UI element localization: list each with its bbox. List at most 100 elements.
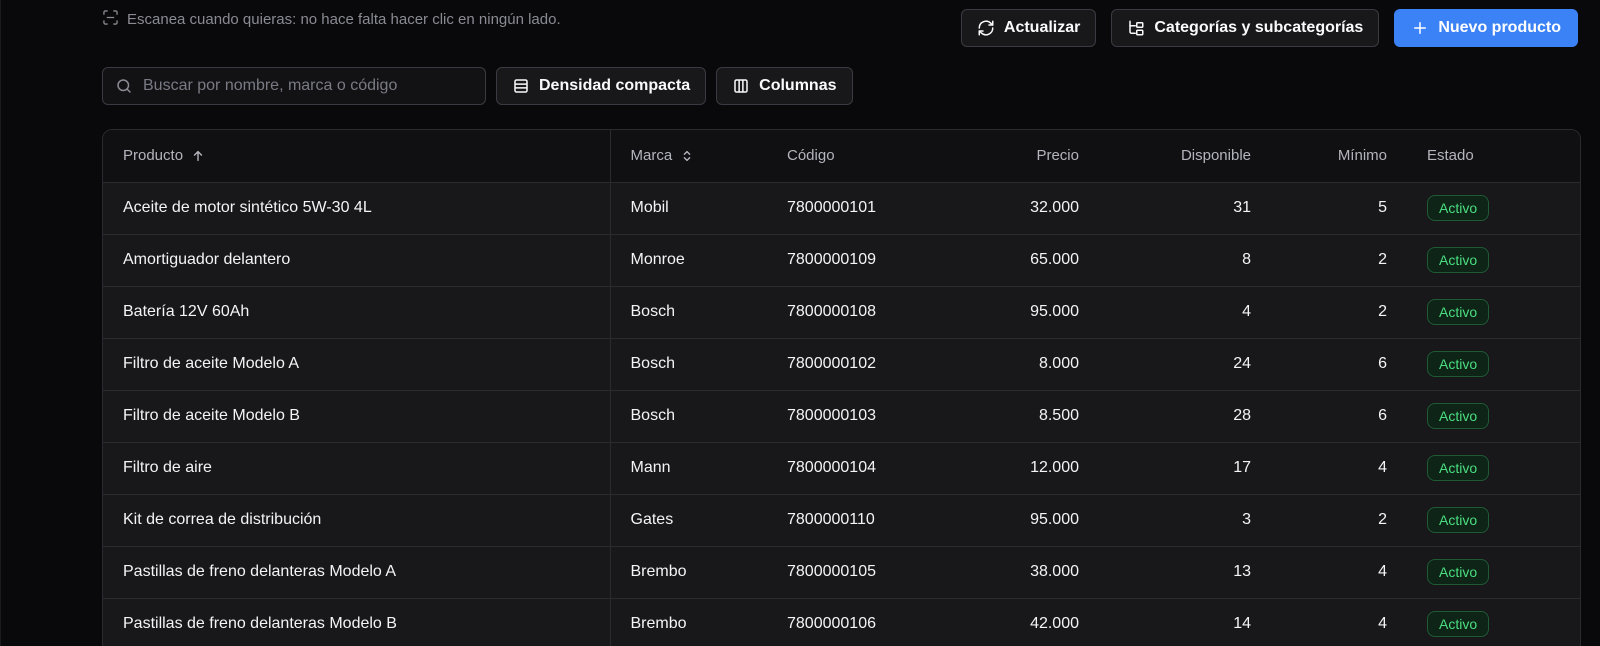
products-page: Escanea cuando quieras: no hace falta ha… xyxy=(0,0,1600,646)
cell-code: 7800000101 xyxy=(767,182,945,235)
plus-icon xyxy=(1414,22,1427,34)
cell-minimum: 6 xyxy=(1271,338,1407,391)
cell-price: 32.000 xyxy=(945,182,1099,235)
table-row[interactable]: Filtro de aceite Modelo B Bosch 78000001… xyxy=(103,390,1580,443)
status-badge: Activo xyxy=(1427,507,1490,533)
cell-code: 7800000102 xyxy=(767,338,945,391)
cell-status: Activo xyxy=(1407,234,1580,287)
cell-minimum: 6 xyxy=(1271,390,1407,443)
sort-ascending-icon xyxy=(193,150,203,161)
column-header-code: Código xyxy=(767,130,945,183)
cell-brand: Monroe xyxy=(610,234,767,287)
cell-code: 7800000109 xyxy=(767,234,945,287)
table-row[interactable]: Filtro de aire Mann 7800000104 12.000 17… xyxy=(103,442,1580,495)
cell-available: 3 xyxy=(1099,494,1271,547)
cell-price: 8.000 xyxy=(945,338,1099,391)
cell-available: 28 xyxy=(1099,390,1271,443)
cell-price: 95.000 xyxy=(945,286,1099,339)
cell-minimum: 2 xyxy=(1271,286,1407,339)
cell-status: Activo xyxy=(1407,494,1580,547)
refresh-label: Actualizar xyxy=(1003,19,1081,36)
cell-product: Amortiguador delantero xyxy=(103,234,611,287)
cell-minimum: 4 xyxy=(1271,442,1407,495)
column-header-product[interactable]: Producto xyxy=(103,130,611,183)
cell-available: 13 xyxy=(1099,546,1271,599)
column-header-brand[interactable]: Marca xyxy=(610,130,767,183)
cell-code: 7800000105 xyxy=(767,546,945,599)
cell-available: 4 xyxy=(1099,286,1271,339)
status-badge: Activo xyxy=(1427,403,1490,429)
cell-brand: Bosch xyxy=(610,390,767,443)
table-row[interactable]: Kit de correa de distribución Gates 7800… xyxy=(103,494,1580,547)
columns-button[interactable]: Columnas xyxy=(716,67,853,105)
cell-status: Activo xyxy=(1407,598,1580,646)
category-tree-icon xyxy=(1129,20,1144,36)
status-badge: Activo xyxy=(1427,455,1490,481)
status-badge: Activo xyxy=(1427,559,1490,585)
cell-status: Activo xyxy=(1407,546,1580,599)
cell-status: Activo xyxy=(1407,182,1580,235)
cell-status: Activo xyxy=(1407,286,1580,339)
cell-brand: Bosch xyxy=(610,338,767,391)
cell-code: 7800000108 xyxy=(767,286,945,339)
density-label: Densidad compacta xyxy=(539,77,691,94)
column-header-price: Precio xyxy=(945,130,1099,183)
table-row[interactable]: Aceite de motor sintético 5W-30 4L Mobil… xyxy=(103,182,1580,235)
window-edge xyxy=(0,0,1,646)
columns-label: Columnas xyxy=(759,77,837,94)
cell-product: Kit de correa de distribución xyxy=(103,494,611,547)
status-badge: Activo xyxy=(1427,247,1490,273)
status-badge: Activo xyxy=(1427,299,1490,325)
cell-product: Aceite de motor sintético 5W-30 4L xyxy=(103,182,611,235)
cell-brand: Mann xyxy=(610,442,767,495)
scan-hint: Escanea cuando quieras: no hace falta ha… xyxy=(103,10,561,29)
table-row[interactable]: Amortiguador delantero Monroe 7800000109… xyxy=(103,234,1580,287)
cell-brand: Brembo xyxy=(610,598,767,646)
table-toolbar: Densidad compacta Columnas xyxy=(102,67,853,105)
cell-available: 31 xyxy=(1099,182,1271,235)
categories-label: Categorías y subcategorías xyxy=(1154,19,1364,36)
products-table: Producto Marca Código Precio Disponible … xyxy=(102,129,1581,646)
cell-minimum: 4 xyxy=(1271,598,1407,646)
scan-icon xyxy=(103,10,118,29)
refresh-button[interactable]: Actualizar xyxy=(960,9,1097,47)
table-row[interactable]: Filtro de aceite Modelo A Bosch 78000001… xyxy=(103,338,1580,391)
cell-price: 38.000 xyxy=(945,546,1099,599)
new-product-button[interactable]: Nuevo producto xyxy=(1394,9,1578,47)
cell-product: Batería 12V 60Ah xyxy=(103,286,611,339)
refresh-icon xyxy=(978,20,994,36)
table-row[interactable]: Batería 12V 60Ah Bosch 7800000108 95.000… xyxy=(103,286,1580,339)
cell-minimum: 4 xyxy=(1271,546,1407,599)
search-icon xyxy=(117,79,131,93)
cell-product: Filtro de aceite Modelo B xyxy=(103,390,611,443)
cell-status: Activo xyxy=(1407,390,1580,443)
table-row[interactable]: Pastillas de freno delanteras Modelo A B… xyxy=(103,546,1580,599)
cell-price: 65.000 xyxy=(945,234,1099,287)
status-badge: Activo xyxy=(1427,195,1490,221)
search-box[interactable] xyxy=(102,67,486,105)
cell-product: Pastillas de freno delanteras Modelo A xyxy=(103,546,611,599)
columns-icon xyxy=(734,79,748,93)
scan-hint-text: Escanea cuando quieras: no hace falta ha… xyxy=(127,11,561,28)
column-header-product-label: Producto xyxy=(123,147,184,165)
cell-available: 17 xyxy=(1099,442,1271,495)
column-header-minimum: Mínimo xyxy=(1271,130,1407,183)
table-header-row: Producto Marca Código Precio Disponible … xyxy=(103,130,1580,183)
cell-brand: Brembo xyxy=(610,546,767,599)
header-actions: Actualizar Categorías y subcategorías Nu… xyxy=(960,9,1578,47)
cell-code: 7800000106 xyxy=(767,598,945,646)
cell-product: Filtro de aceite Modelo A xyxy=(103,338,611,391)
cell-brand: Gates xyxy=(610,494,767,547)
cell-price: 12.000 xyxy=(945,442,1099,495)
categories-button[interactable]: Categorías y subcategorías xyxy=(1111,9,1380,47)
table-row[interactable]: Pastillas de freno delanteras Modelo B B… xyxy=(103,598,1580,646)
cell-available: 24 xyxy=(1099,338,1271,391)
density-button[interactable]: Densidad compacta xyxy=(496,67,707,105)
cell-brand: Bosch xyxy=(610,286,767,339)
status-badge: Activo xyxy=(1427,351,1490,377)
cell-price: 95.000 xyxy=(945,494,1099,547)
cell-minimum: 5 xyxy=(1271,182,1407,235)
rows-icon xyxy=(514,79,528,93)
cell-code: 7800000104 xyxy=(767,442,945,495)
search-input[interactable] xyxy=(141,76,473,96)
